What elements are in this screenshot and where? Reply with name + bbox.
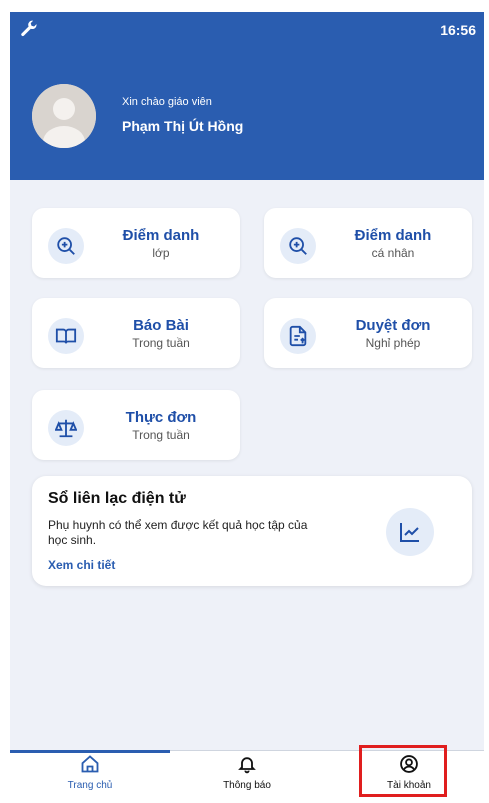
zoom-plus-icon (48, 228, 84, 264)
avatar[interactable] (32, 84, 96, 148)
highlight-box (359, 745, 447, 797)
menu-title: Thực đơn (125, 409, 197, 426)
contact-book-card[interactable]: Sổ liên lạc điện tử Phụ huynh có thể xem… (32, 476, 472, 586)
menu-subtitle: lớp (152, 246, 170, 260)
menu-subtitle: cá nhân (371, 246, 415, 260)
greeting-text: Xin chào giáo viên (122, 96, 212, 108)
menu-weekly-menu[interactable]: Thực đơn Trong tuần (32, 390, 240, 460)
scale-icon (48, 410, 84, 446)
contact-book-title: Sổ liên lạc điện tử (48, 490, 186, 507)
nav-label: Thông báo (223, 780, 271, 791)
nav-label: Trang chủ (67, 780, 113, 791)
line-chart-icon[interactable] (386, 508, 434, 556)
active-tab-indicator (10, 750, 170, 753)
home-icon (81, 755, 99, 773)
menu-subtitle: Trong tuần (132, 336, 190, 350)
nav-item-notifications[interactable]: Thông báo (192, 754, 302, 796)
book-icon (48, 318, 84, 354)
menu-title: Điểm danh (122, 227, 200, 244)
status-time: 16:56 (440, 22, 476, 38)
user-silhouette-icon (32, 84, 96, 148)
status-bar: 16:56 (10, 12, 484, 50)
menu-title: Điểm danh (354, 227, 432, 244)
phone-screen: 16:56 Xin chào giáo viên Phạm Thị Út Hồn… (10, 12, 484, 797)
contact-book-description: Phụ huynh có thể xem được kết quả học tậ… (48, 518, 308, 547)
menu-subtitle: Trong tuần (132, 428, 190, 442)
menu-subtitle: Nghỉ phép (365, 336, 421, 350)
teacher-name: Phạm Thị Út Hồng (122, 118, 244, 134)
menu-attendance-personal[interactable]: Điểm danh cá nhân (264, 208, 472, 278)
header: 16:56 Xin chào giáo viên Phạm Thị Út Hồn… (10, 12, 484, 180)
nav-item-home[interactable]: Trang chủ (35, 754, 145, 796)
menu-lesson-report[interactable]: Báo Bài Trong tuần (32, 298, 240, 368)
bell-icon (238, 757, 256, 774)
document-upload-icon (280, 318, 316, 354)
menu-attendance-class[interactable]: Điểm danh lớp (32, 208, 240, 278)
wrench-icon (21, 20, 37, 37)
menu-title: Báo Bài (133, 317, 189, 334)
menu-leave-approval[interactable]: Duyệt đơn Nghỉ phép (264, 298, 472, 368)
menu-title: Duyệt đơn (355, 317, 431, 334)
zoom-plus-icon (280, 228, 316, 264)
view-details-link[interactable]: Xem chi tiết (48, 558, 115, 572)
